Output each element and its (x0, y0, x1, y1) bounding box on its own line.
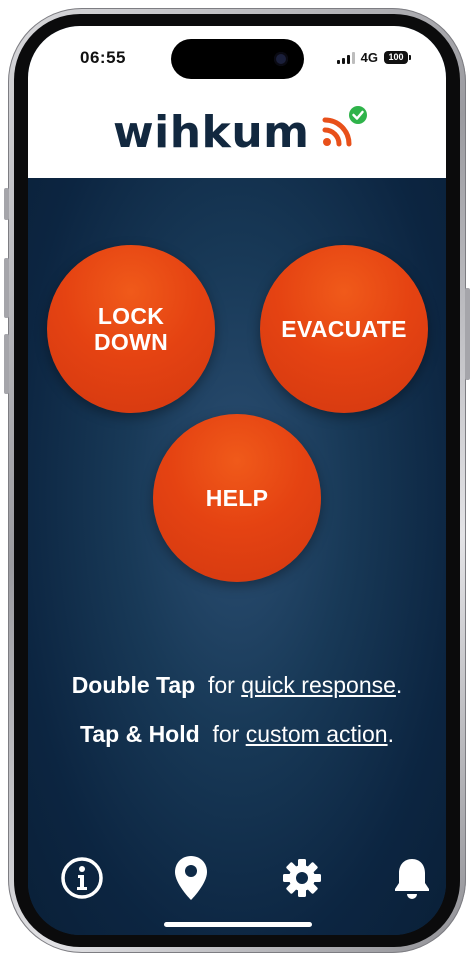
status-time: 06:55 (80, 48, 126, 67)
tab-alerts[interactable] (387, 853, 437, 903)
front-camera (274, 52, 288, 66)
evacuate-button[interactable]: EVACUATE (260, 245, 428, 413)
signal-icon (336, 51, 355, 64)
app-screen: 06:55 4G 100 wihkum LOCK DOWN EVACUATE H… (28, 26, 446, 935)
double-tap-label: Double Tap (71, 672, 196, 698)
evacuate-label: EVACUATE (281, 316, 407, 342)
lockdown-label: LOCK DOWN (93, 303, 169, 355)
gear-icon (283, 859, 321, 897)
tab-location[interactable] (166, 853, 216, 903)
period: . (387, 721, 394, 747)
for-text: for (207, 672, 235, 698)
location-pin-icon (175, 856, 207, 900)
lockdown-button[interactable]: LOCK DOWN (47, 245, 215, 413)
for-text: for (212, 721, 240, 747)
home-indicator[interactable] (164, 922, 312, 927)
help-label: HELP (205, 485, 269, 511)
emergency-panel: LOCK DOWN EVACUATE HELP Double Tap for q… (28, 178, 446, 935)
network-type: 4G (360, 50, 378, 65)
battery-icon: 100 (384, 51, 411, 64)
period: . (395, 672, 403, 698)
double-tap-instruction: Double Tap for quick response. (28, 672, 446, 699)
power-button-hardware (465, 288, 470, 380)
volume-down-button-hardware (4, 334, 9, 394)
dynamic-island (171, 39, 304, 79)
help-button[interactable]: HELP (153, 414, 321, 582)
broadcast-check-icon (322, 106, 367, 147)
wihkum-logo: wihkum (113, 106, 367, 158)
logo-wordmark: wihkum (113, 107, 310, 158)
info-icon (61, 857, 103, 899)
tap-hold-label: Tap & Hold (80, 721, 200, 747)
tab-info[interactable] (57, 853, 107, 903)
action-button-hardware (4, 188, 9, 220)
tab-bar (28, 853, 446, 903)
tab-settings[interactable] (277, 853, 327, 903)
app-header: 06:55 4G 100 wihkum (28, 26, 446, 178)
tap-hold-instruction: Tap & Hold for custom action. (28, 721, 446, 748)
custom-action-link[interactable]: custom action (246, 721, 388, 747)
volume-up-button-hardware (4, 258, 9, 318)
status-indicators: 4G 100 (336, 50, 411, 65)
bell-icon (395, 859, 429, 899)
quick-response-link[interactable]: quick response (241, 672, 396, 698)
